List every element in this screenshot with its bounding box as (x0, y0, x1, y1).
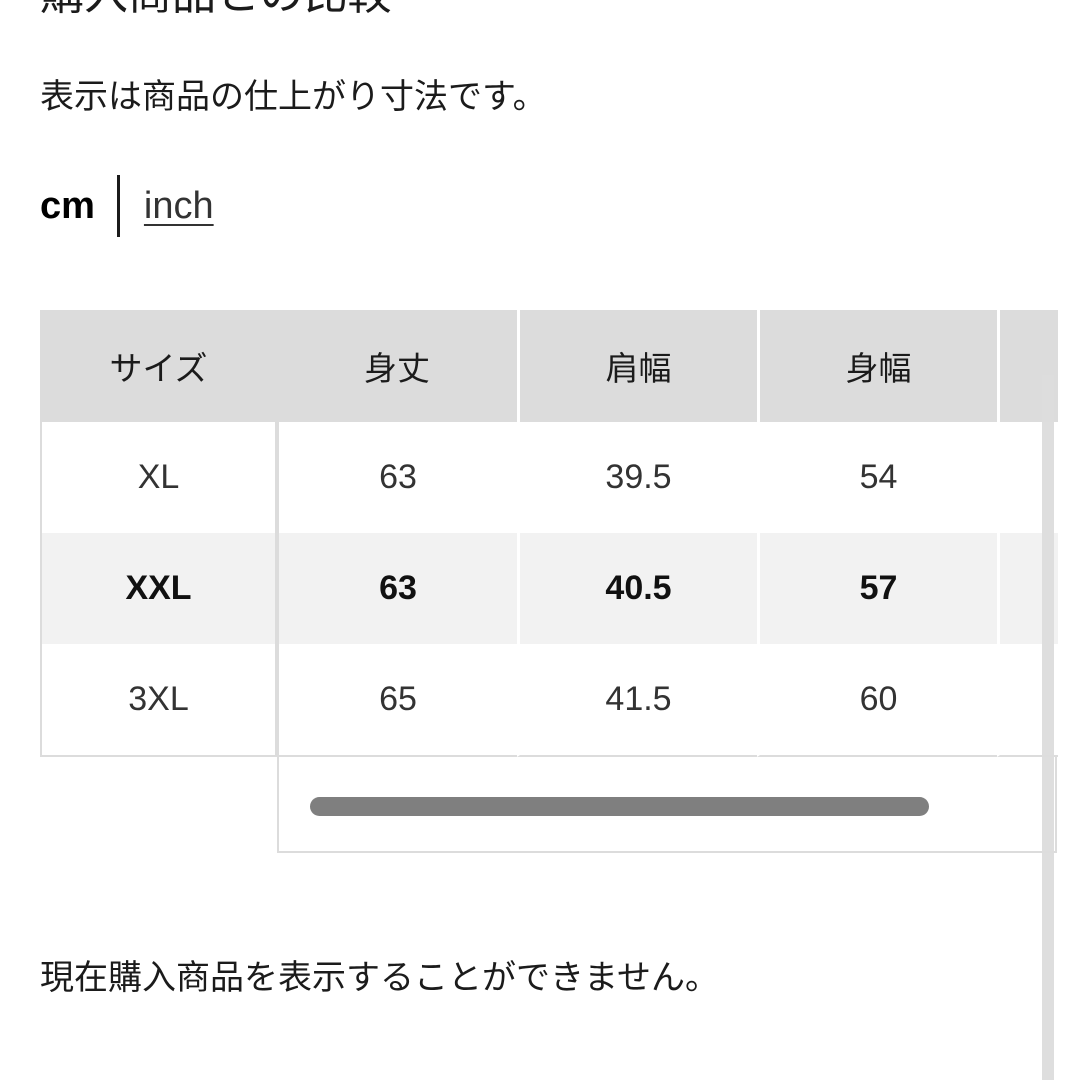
table-cell: 40.5 (517, 533, 757, 644)
unit-cm-option[interactable]: cm (40, 185, 95, 228)
unit-toggle: cm inch (40, 175, 214, 237)
column-chest: 身幅 54 57 60 (757, 310, 997, 757)
row-3xl-size: 3XL (40, 644, 277, 757)
dimension-note: 表示は商品の仕上がり寸法です。 (40, 77, 547, 117)
horizontal-scrollbar-track[interactable] (277, 757, 1057, 853)
header-size: サイズ (40, 310, 277, 422)
vertical-scroll-thumb[interactable] (1042, 375, 1054, 1080)
table-cell: 57 (757, 533, 997, 644)
column-shoulder: 肩幅 39.5 40.5 41.5 (517, 310, 757, 757)
unit-divider (116, 175, 120, 237)
size-column: サイズ XL XXL 3XL (40, 310, 277, 757)
unit-inch-link[interactable]: inch (144, 185, 214, 228)
row-xxl-size: XXL (40, 533, 277, 644)
purchase-unavailable-message: 現在購入商品を表示することができません。 (40, 958, 719, 998)
table-cell: 54 (757, 422, 997, 533)
table-cell: 39.5 (517, 422, 757, 533)
size-table: サイズ XL XXL 3XL 身丈 63 63 65 肩幅 39.5 40.5 … (40, 310, 1058, 757)
column-length: 身丈 63 63 65 (277, 310, 517, 757)
table-cell: 41.5 (517, 644, 757, 757)
table-cell: 60 (757, 644, 997, 757)
section-heading: 購入商品との比較 (40, 0, 392, 20)
row-xl-size: XL (40, 422, 277, 533)
header-chest: 身幅 (757, 310, 997, 422)
table-cell: 65 (277, 644, 517, 757)
table-scroll-area[interactable]: 身丈 63 63 65 肩幅 39.5 40.5 41.5 身幅 54 57 6… (277, 310, 1058, 757)
table-cell: 63 (277, 533, 517, 644)
header-length: 身丈 (277, 310, 517, 422)
header-shoulder: 肩幅 (517, 310, 757, 422)
table-cell: 63 (277, 422, 517, 533)
horizontal-scroll-thumb[interactable] (310, 797, 929, 816)
